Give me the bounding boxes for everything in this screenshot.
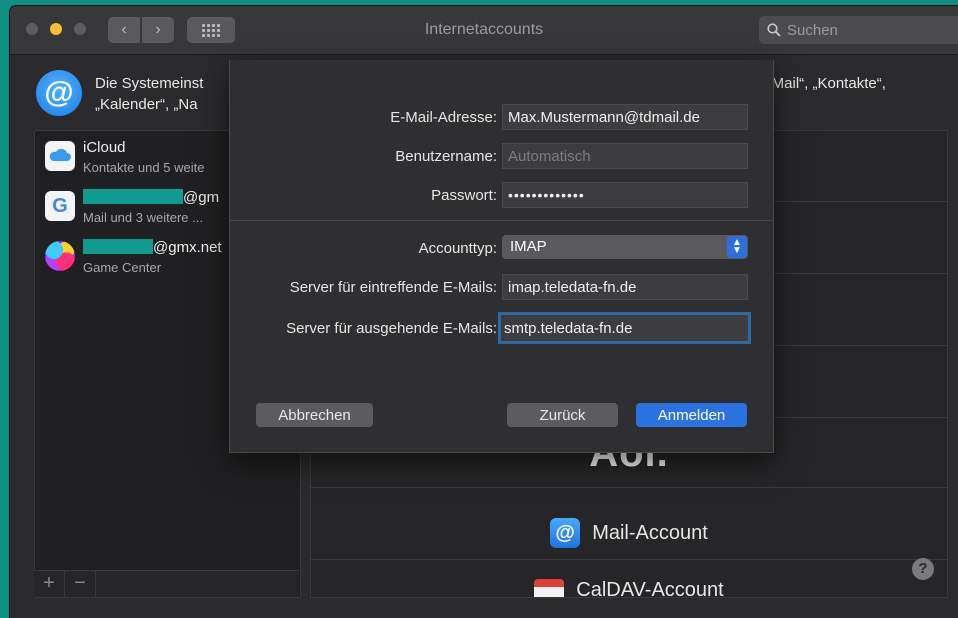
email-label: E-Mail-Adresse: xyxy=(390,109,497,126)
back-button[interactable]: Zurück xyxy=(507,403,618,427)
google-icon: G xyxy=(45,191,75,221)
provider-caldav-account[interactable]: CalDAV-Account xyxy=(311,575,947,598)
provider-label: CalDAV-Account xyxy=(576,579,724,598)
redacted-text xyxy=(83,239,153,254)
mail-account-sheet: E-Mail-Adresse: Max.Mustermann@tdmail.de… xyxy=(229,60,774,453)
list-controls: + − xyxy=(34,570,299,597)
mail-at-icon: @ xyxy=(550,518,581,548)
username-label: Benutzername: xyxy=(395,148,497,165)
outgoing-server-field[interactable]: smtp.teledata-fn.de xyxy=(498,312,751,344)
cancel-button[interactable]: Abbrechen xyxy=(256,403,373,427)
account-type-select[interactable]: IMAP ▲ ▼ xyxy=(502,235,748,259)
sign-in-button[interactable]: Anmelden xyxy=(636,403,747,427)
title-bar: ‹ › Internetaccounts Suchen xyxy=(10,6,958,55)
calendar-icon xyxy=(534,579,565,597)
password-row: Passwort: ••••••••••••• xyxy=(230,182,773,208)
divider xyxy=(311,487,947,488)
account-name: @gmx.net xyxy=(83,239,222,256)
account-services: Game Center xyxy=(83,260,162,275)
add-account-button[interactable]: + xyxy=(34,571,65,597)
icloud-icon xyxy=(45,141,75,171)
internet-accounts-icon: @ xyxy=(36,70,82,116)
email-field[interactable]: Max.Mustermann@tdmail.de xyxy=(502,104,748,130)
account-type-row: Accounttyp: IMAP ▲ ▼ xyxy=(230,235,773,261)
preferences-window: ‹ › Internetaccounts Suchen @ Die System… xyxy=(10,6,958,618)
account-type-label: Accounttyp: xyxy=(418,240,497,257)
account-type-value: IMAP xyxy=(510,238,547,255)
account-services: Kontakte und 5 weite xyxy=(83,160,205,175)
header-text-start: Die Systemeinst xyxy=(95,75,204,92)
account-name: @gm xyxy=(83,189,219,206)
incoming-server-row: Server für eintreffende E-Mails: imap.te… xyxy=(230,274,773,300)
email-row: E-Mail-Adresse: Max.Mustermann@tdmail.de xyxy=(230,104,773,130)
divider xyxy=(230,220,773,221)
remove-account-button[interactable]: − xyxy=(65,571,96,597)
password-label: Passwort: xyxy=(431,187,497,204)
chevron-updown-icon: ▲ ▼ xyxy=(727,236,747,258)
username-row: Benutzername: Automatisch xyxy=(230,143,773,169)
outgoing-server-row: Server für ausgehende E-Mails: smtp.tele… xyxy=(230,312,773,344)
game-center-icon xyxy=(45,241,75,271)
provider-label: Mail-Account xyxy=(592,521,708,544)
account-name: iCloud xyxy=(83,139,126,156)
redacted-text xyxy=(83,189,183,204)
account-services: Mail und 3 weitere ... xyxy=(83,210,203,225)
incoming-server-field[interactable]: imap.teledata-fn.de xyxy=(502,274,748,300)
outgoing-server-label: Server für ausgehende E-Mails: xyxy=(286,320,497,337)
search-icon xyxy=(767,23,781,37)
header-text-end: it „Mail“, „Kontakte“, xyxy=(755,75,886,92)
help-button[interactable]: ? xyxy=(912,558,934,580)
incoming-server-label: Server für eintreffende E-Mails: xyxy=(289,279,497,296)
search-placeholder: Suchen xyxy=(787,21,838,39)
search-field[interactable]: Suchen xyxy=(759,16,958,44)
divider xyxy=(311,559,947,560)
provider-mail-account[interactable]: @ Mail-Account xyxy=(311,509,947,557)
username-field[interactable]: Automatisch xyxy=(502,143,748,169)
password-field[interactable]: ••••••••••••• xyxy=(502,182,748,208)
